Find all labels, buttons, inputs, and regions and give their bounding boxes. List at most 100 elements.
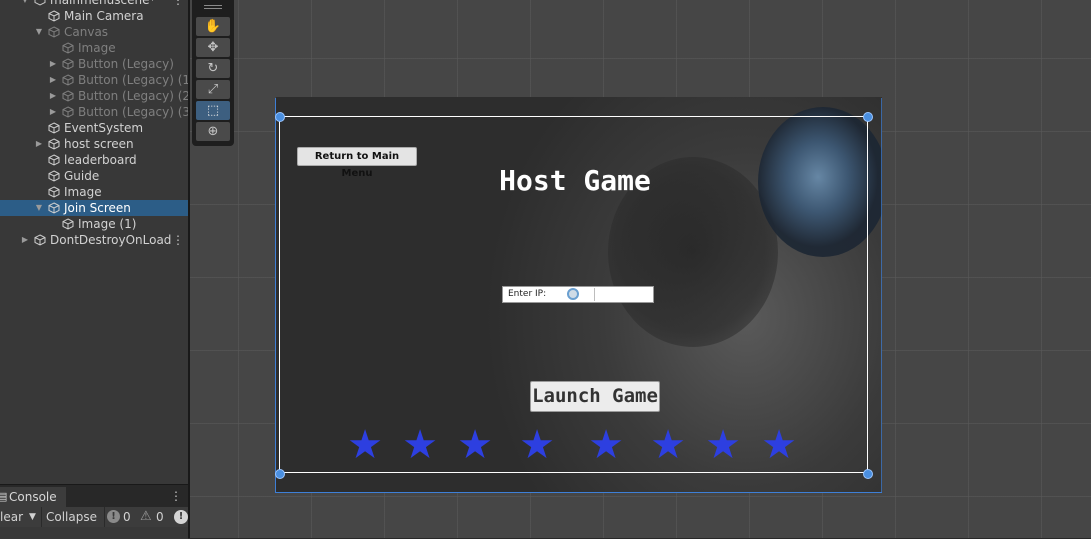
input-separator	[594, 288, 595, 301]
transform-tool-icon[interactable]: ⊕	[196, 122, 230, 141]
hierarchy-item[interactable]: ▶ Button (Legacy) (2)	[0, 88, 188, 104]
hierarchy-item-label: Button (Legacy)	[78, 57, 174, 71]
gameobject-cube-icon	[48, 202, 60, 214]
console-tab[interactable]: ▤ Console	[0, 487, 66, 507]
gameobject-cube-icon	[48, 26, 60, 38]
gameobject-cube-icon	[48, 122, 60, 134]
hierarchy-item[interactable]: Guide	[0, 168, 188, 184]
star-icon: ★	[347, 422, 383, 468]
canvas-rect-bottom-edge	[275, 492, 882, 493]
hierarchy-item[interactable]: ▶ Button (Legacy) (3)	[0, 104, 188, 120]
gameobject-cube-icon	[62, 74, 74, 86]
info-filter-toggle[interactable]: ! 0	[107, 510, 133, 524]
hierarchy-item-label: host screen	[64, 137, 134, 151]
hierarchy-item[interactable]: ▼ Join Screen	[0, 200, 188, 216]
palette-grip-icon[interactable]	[204, 5, 222, 6]
clear-button[interactable]: lear	[0, 507, 23, 527]
gameobject-cube-icon	[62, 218, 74, 230]
clear-dropdown-icon[interactable]: ▼	[29, 507, 36, 527]
hierarchy-panel: ▼ mainmenuscene* ⋮ Main Camera ▼ Canvas Ima…	[0, 0, 188, 484]
rotate-tool-icon[interactable]: ↻	[196, 59, 230, 78]
gameobject-cube-icon	[48, 186, 60, 198]
rect-handle-bottom-left[interactable]	[275, 469, 285, 479]
kebab-menu-icon[interactable]: ⋮	[172, 232, 184, 248]
expand-arrow-icon[interactable]: ▶	[20, 232, 30, 248]
hierarchy-item[interactable]: ▶ Button (Legacy)	[0, 56, 188, 72]
console-log-area[interactable]	[0, 527, 188, 539]
expand-arrow-icon[interactable]: ▶	[48, 72, 58, 88]
hierarchy-item-label: Button (Legacy) (2)	[78, 89, 188, 103]
error-filter-icon[interactable]: !	[174, 510, 188, 524]
expand-arrow-icon[interactable]: ▶	[48, 56, 58, 72]
gameobject-cube-icon	[48, 138, 60, 150]
console-tab-label: Console	[9, 490, 57, 504]
warning-count: 0	[156, 510, 164, 524]
collapse-arrow-icon[interactable]: ▼	[34, 24, 44, 40]
warning-filter-toggle[interactable]: ⚠ 0	[138, 507, 168, 527]
console-icon: ▤	[0, 490, 8, 503]
kebab-menu-icon[interactable]: ⋮	[172, 0, 184, 8]
unity-scene-icon	[34, 234, 46, 246]
hand-tool-icon[interactable]: ✋	[196, 17, 230, 36]
return-to-main-menu-button[interactable]: Return to Main Menu	[297, 147, 417, 179]
launch-game-button[interactable]: Launch Game	[530, 381, 660, 412]
palette-grip-icon[interactable]	[204, 8, 222, 9]
hierarchy-item[interactable]: ▼ Canvas	[0, 24, 188, 40]
expand-arrow-icon[interactable]: ▶	[48, 104, 58, 120]
warning-icon: ⚠	[140, 509, 152, 524]
gameobject-cube-icon	[48, 170, 60, 182]
input-caret-icon	[567, 288, 579, 300]
star-icon: ★	[519, 422, 555, 468]
star-icon: ★	[588, 422, 624, 468]
gameobject-cube-icon	[48, 10, 60, 22]
info-count: 0	[123, 510, 131, 524]
hierarchy-item[interactable]: EventSystem	[0, 120, 188, 136]
expand-arrow-icon[interactable]: ▶	[48, 88, 58, 104]
hierarchy-item[interactable]: Main Camera	[0, 8, 188, 24]
star-icon: ★	[402, 422, 438, 468]
hierarchy-item-label: Image (1)	[78, 217, 137, 231]
hierarchy-item-label: leaderboard	[64, 153, 137, 167]
hierarchy-item[interactable]: leaderboard	[0, 152, 188, 168]
rect-handle-top-right[interactable]	[863, 112, 873, 122]
rect-handle-bottom-right[interactable]	[863, 469, 873, 479]
console-panel: ▤ Console ⋮ lear ▼ Collapse ! 0 ⚠ 0 !	[0, 484, 188, 539]
expand-arrow-icon[interactable]: ▶	[34, 136, 44, 152]
scene-name-label: mainmenuscene*	[50, 0, 156, 7]
hierarchy-item[interactable]: ▶ DontDestroyOnLoad ⋮	[0, 232, 188, 248]
hierarchy-item-label: Join Screen	[64, 201, 131, 215]
gameobject-cube-icon	[62, 90, 74, 102]
move-tool-icon[interactable]: ✥	[196, 38, 230, 57]
star-icon: ★	[457, 422, 493, 468]
console-kebab-icon[interactable]: ⋮	[170, 487, 182, 505]
star-icon: ★	[761, 422, 797, 468]
rect-handle-top-left[interactable]	[275, 112, 285, 122]
scale-tool-icon[interactable]: ⤢	[196, 80, 230, 99]
hierarchy-item[interactable]: ▶ host screen	[0, 136, 188, 152]
hierarchy-item-label: EventSystem	[64, 121, 144, 135]
hierarchy-item[interactable]: Image (1)	[0, 216, 188, 232]
gameobject-cube-icon	[62, 106, 74, 118]
hierarchy-item[interactable]: ▶ Button (Legacy) (1)	[0, 72, 188, 88]
scene-root-row[interactable]: ▼ mainmenuscene* ⋮	[0, 0, 188, 8]
hierarchy-item[interactable]: Image	[0, 40, 188, 56]
collapse-button[interactable]: Collapse	[46, 507, 97, 527]
hierarchy-item-label: Button (Legacy) (3)	[78, 105, 188, 119]
hierarchy-item-label: Image	[64, 185, 102, 199]
hierarchy-item-label: Image	[78, 41, 116, 55]
gameobject-cube-icon	[62, 58, 74, 70]
hierarchy-item[interactable]: Image	[0, 184, 188, 200]
console-toolbar: lear ▼ Collapse ! 0 ⚠ 0 !	[0, 507, 188, 527]
ip-input-field[interactable]: Enter IP:	[502, 286, 654, 303]
gameobject-cube-icon	[62, 42, 74, 54]
hierarchy-item-label: Button (Legacy) (1)	[78, 73, 188, 87]
console-tabbar: ▤ Console ⋮	[0, 485, 188, 507]
expand-arrow-icon[interactable]: ▼	[20, 0, 30, 8]
star-icon: ★	[705, 422, 741, 468]
canvas-rect-right-edge	[881, 98, 882, 493]
collapse-arrow-icon[interactable]: ▼	[34, 200, 44, 216]
hierarchy-item-label: Main Camera	[64, 9, 144, 23]
rect-tool-icon[interactable]: ⬚	[196, 101, 230, 120]
info-icon: !	[107, 510, 120, 523]
page-title: Host Game	[499, 164, 651, 197]
